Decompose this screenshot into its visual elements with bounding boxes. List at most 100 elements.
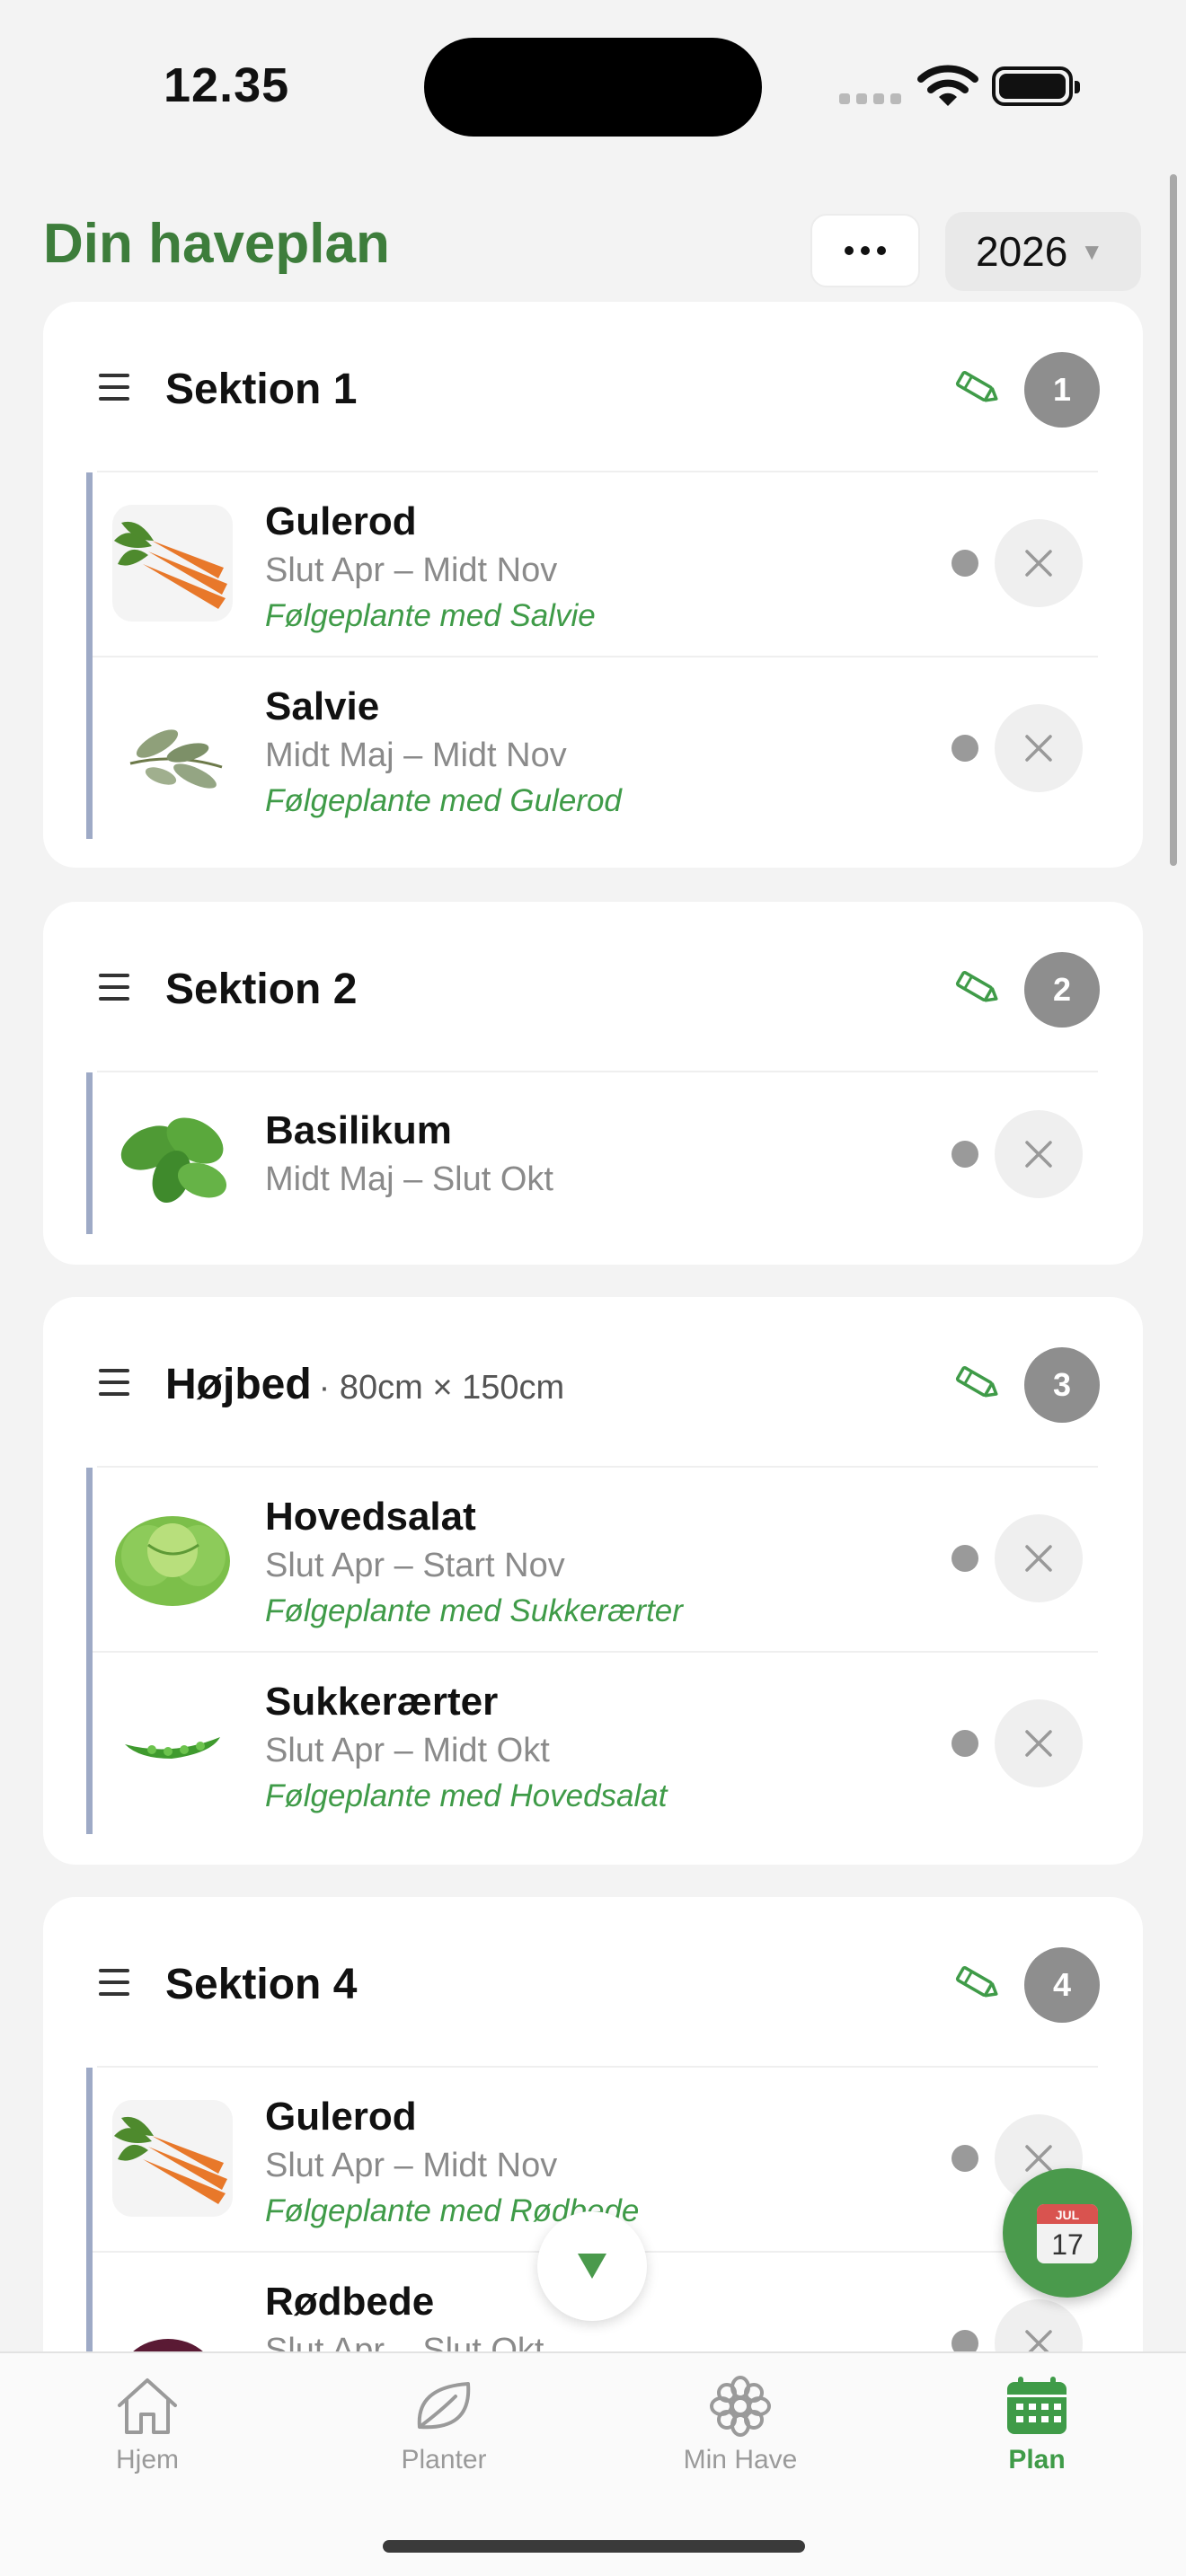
plant-list: Gulerod Slut Apr – Midt Nov Følgeplante … <box>86 472 1098 839</box>
carrot-image <box>112 2100 233 2217</box>
cellular-signal-icon <box>839 93 901 104</box>
remove-button[interactable] <box>995 519 1083 607</box>
status-dot <box>951 1141 978 1168</box>
section-name: Sektion 1 <box>165 366 358 413</box>
leaf-icon <box>417 2382 471 2430</box>
pencil-icon[interactable] <box>952 363 1003 413</box>
section-title: Sektion 2 <box>165 965 357 1014</box>
status-dot <box>951 1730 978 1757</box>
plant-row[interactable]: Salvie Midt Maj – Midt Nov Følgeplante m… <box>93 656 1098 839</box>
plant-companion: Følgeplante med Gulerod <box>265 783 622 818</box>
scroll-down-button[interactable] <box>537 2211 647 2321</box>
plant-dates: Slut Apr – Start Nov <box>265 1547 565 1584</box>
wifi-icon <box>917 65 978 106</box>
year-value: 2026 <box>976 228 1068 275</box>
carrot-image <box>112 505 233 622</box>
plant-dates: Slut Apr – Midt Nov <box>265 551 558 589</box>
tab-hjem[interactable]: Hjem <box>58 2375 237 2492</box>
section-title: Højbed · 80cm × 150cm <box>165 1360 564 1409</box>
close-icon <box>1025 1141 1052 1168</box>
dynamic-island <box>424 38 762 137</box>
drag-handle-icon[interactable] <box>99 974 129 1001</box>
section-number-badge: 3 <box>1024 1347 1100 1423</box>
tab-min-have[interactable]: Min Have <box>651 2375 830 2492</box>
close-icon <box>1025 1545 1052 1572</box>
close-icon <box>1025 2145 1052 2172</box>
plant-row[interactable]: Sukkerærter Slut Apr – Midt Okt Følgepla… <box>93 1651 1098 1834</box>
section-header: Højbed · 80cm × 150cm 3 <box>43 1297 1143 1466</box>
plant-row[interactable]: Basilikum Midt Maj – Slut Okt <box>93 1072 1098 1234</box>
scroll-indicator <box>1170 174 1177 866</box>
caret-down-icon: ▼ <box>1080 237 1104 265</box>
status-dot <box>951 550 978 577</box>
remove-button[interactable] <box>995 1110 1083 1198</box>
close-icon <box>1025 550 1052 577</box>
calendar-icon <box>1007 2377 1067 2434</box>
plant-row[interactable]: Gulerod Slut Apr – Midt Nov Følgeplante … <box>93 472 1098 656</box>
plant-name: Salvie <box>265 684 380 728</box>
pencil-icon[interactable] <box>952 963 1003 1013</box>
tab-plan[interactable]: Plan <box>947 2375 1127 2492</box>
status-time: 12.35 <box>164 58 290 112</box>
status-dot <box>951 1545 978 1572</box>
section-number-badge: 1 <box>1024 352 1100 428</box>
drag-handle-icon[interactable] <box>99 1969 129 1996</box>
calendar-month: JUL <box>1056 2208 1080 2222</box>
pencil-icon[interactable] <box>952 1958 1003 2008</box>
calendar-day: 17 <box>1051 2228 1084 2261</box>
plant-name: Gulerod <box>265 499 417 543</box>
plant-companion: Følgeplante med Salvie <box>265 598 596 633</box>
section-number-badge: 4 <box>1024 1947 1100 2023</box>
section-card: Højbed · 80cm × 150cm 3 Hovedsalat Slut A… <box>43 1297 1143 1865</box>
section-number-badge: 2 <box>1024 952 1100 1028</box>
plant-dates: Midt Maj – Slut Okt <box>265 1160 553 1198</box>
section-name: Højbed <box>165 1361 312 1408</box>
section-name: Sektion 4 <box>165 1961 358 2008</box>
plant-name: Hovedsalat <box>265 1495 476 1539</box>
tab-label: Plan <box>1008 2445 1066 2475</box>
section-header: Sektion 1 1 <box>43 302 1143 471</box>
flower-icon <box>710 2376 771 2437</box>
section-dimensions: · 80cm × 150cm <box>318 1369 565 1407</box>
page-title: Din haveplan <box>43 213 390 275</box>
drag-handle-icon[interactable] <box>99 1369 129 1396</box>
more-options-button[interactable] <box>810 214 920 287</box>
status-dot <box>951 2145 978 2172</box>
plant-dates: Slut Apr – Midt Nov <box>265 2147 558 2184</box>
calendar-fab[interactable]: JUL 17 <box>1003 2168 1132 2298</box>
close-icon <box>1025 735 1052 762</box>
year-select[interactable]: 2026 ▼ <box>945 212 1141 291</box>
calendar-date-icon: JUL 17 <box>1037 2204 1098 2263</box>
plant-name: Gulerod <box>265 2095 417 2139</box>
section-card: Sektion 1 1 Gulerod Slut Apr – Midt Nov … <box>43 302 1143 868</box>
sugar-pea-image <box>112 1685 233 1802</box>
pencil-icon[interactable] <box>952 1358 1003 1408</box>
section-title: Sektion 4 <box>165 1960 357 2009</box>
section-name: Sektion 2 <box>165 966 358 1013</box>
plant-row[interactable]: Hovedsalat Slut Apr – Start Nov Følgepla… <box>93 1468 1098 1651</box>
section-header: Sektion 2 2 <box>43 902 1143 1071</box>
tab-planter[interactable]: Planter <box>354 2375 534 2492</box>
plant-companion: Følgeplante med Sukkerærter <box>265 1593 683 1628</box>
sage-image <box>112 690 233 807</box>
status-dot <box>951 735 978 762</box>
plant-list: Basilikum Midt Maj – Slut Okt <box>86 1072 1098 1234</box>
ellipsis-dot <box>877 246 886 255</box>
plant-dates: Slut Apr – Midt Okt <box>265 1732 550 1769</box>
plant-dates: Midt Maj – Midt Nov <box>265 737 567 774</box>
close-icon <box>1025 1730 1052 1757</box>
drag-handle-icon[interactable] <box>99 374 129 401</box>
tab-label: Planter <box>401 2445 487 2475</box>
remove-button[interactable] <box>995 1514 1083 1602</box>
lettuce-image <box>112 1500 233 1617</box>
plant-name: Sukkerærter <box>265 1680 499 1724</box>
basil-image <box>112 1094 233 1211</box>
ellipsis-dot <box>845 246 854 255</box>
home-indicator <box>383 2540 805 2553</box>
ellipsis-dot <box>861 246 870 255</box>
plant-list: Hovedsalat Slut Apr – Start Nov Følgepla… <box>86 1468 1098 1834</box>
remove-button[interactable] <box>995 1699 1083 1787</box>
remove-button[interactable] <box>995 704 1083 792</box>
plant-name: Basilikum <box>265 1108 452 1152</box>
plant-name: Rødbede <box>265 2280 435 2324</box>
